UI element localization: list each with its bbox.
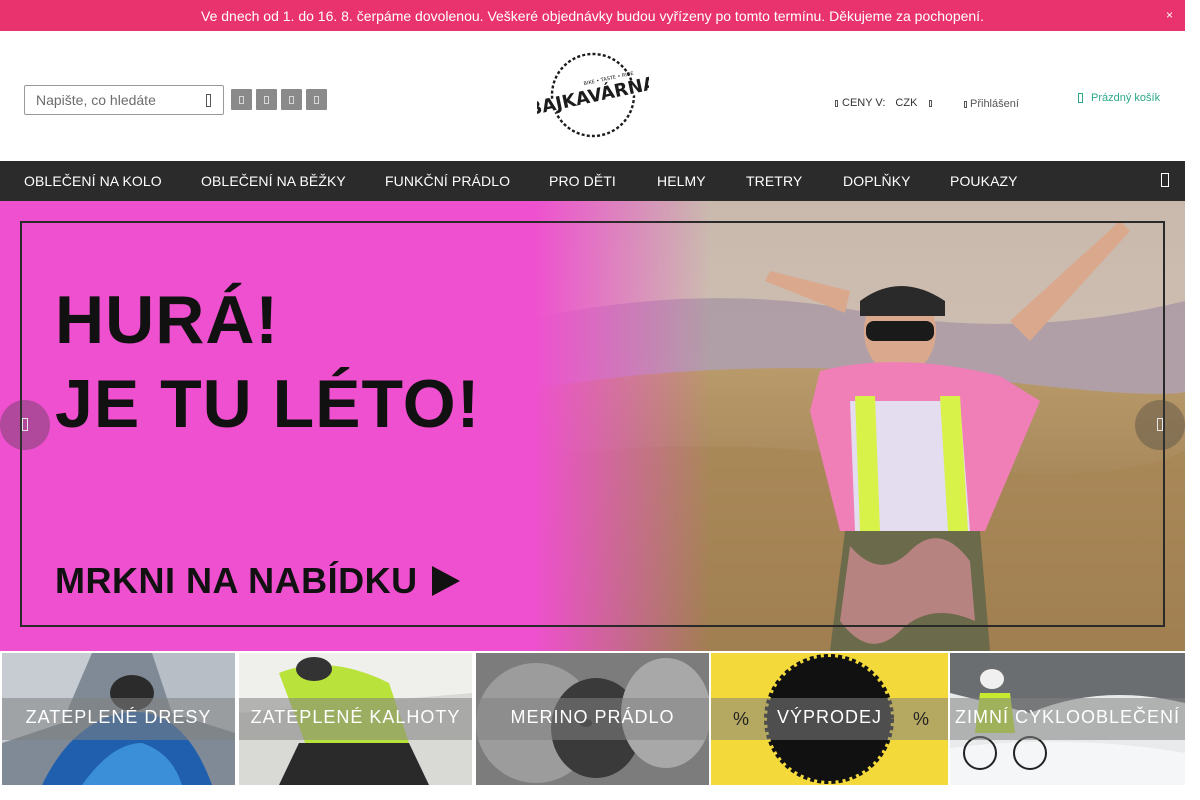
nav-item-funkcni-pradlo[interactable]: FUNKČNÍ PRÁDLO: [385, 173, 510, 189]
category-label: ZIMNÍ CYKLOOBLEČENÍ: [954, 707, 1181, 727]
notice-text: Ve dnech od 1. do 16. 8. čerpáme dovolen…: [201, 7, 984, 24]
category-tile-zateplene-dresy[interactable]: ZATEPLENÉ DRESY: [2, 653, 235, 785]
hero-cta[interactable]: MRKNI NA NABÍDKU: [55, 560, 460, 602]
prices-label: CENY V:: [842, 97, 886, 109]
bajkavarna-logo[interactable]: BAJKAVÁRNA BIKE • TASTE • RIDE: [537, 49, 649, 141]
instagram-icon[interactable]: [256, 89, 277, 110]
facebook-icon[interactable]: [231, 89, 252, 110]
carousel-prev-button[interactable]: [0, 400, 50, 450]
category-tile-zateplene-kalhoty[interactable]: ZATEPLENÉ KALHOTY: [239, 653, 472, 785]
user-icon: [964, 100, 967, 108]
nav-item-doplnky[interactable]: DOPLŇKY: [843, 173, 911, 189]
vacation-notice-bar: Ve dnech od 1. do 16. 8. čerpáme dovolen…: [0, 0, 1185, 31]
hero-title-line-2: JE TU LÉTO!: [55, 365, 481, 442]
hero-cta-label: MRKNI NA NABÍDKU: [55, 560, 418, 601]
search-icon[interactable]: [203, 93, 215, 107]
hero-title-line-1: HURÁ!: [55, 282, 280, 358]
hero-title: HURÁ! JE TU LÉTO!: [55, 279, 480, 446]
hero-banner[interactable]: HURÁ! JE TU LÉTO! MRKNI NA NABÍDKU: [0, 201, 1185, 651]
page: Ve dnech od 1. do 16. 8. čerpáme dovolen…: [0, 0, 1185, 800]
main-navigation: OBLEČENÍ NA KOLO OBLEČENÍ NA BĚŽKY FUNKČ…: [0, 161, 1185, 201]
currency-selector[interactable]: CENY V: CZK: [835, 97, 933, 109]
site-header: BAJKAVÁRNA BIKE • TASTE • RIDE CENY V: C…: [0, 31, 1185, 161]
category-tile-zimni-cykloobleceni[interactable]: ZIMNÍ CYKLOOBLEČENÍ: [950, 653, 1185, 785]
category-label: VÝPRODEJ: [776, 707, 883, 727]
logo-badge: BAJKAVÁRNA BIKE • TASTE • RIDE: [537, 52, 649, 138]
category-tile-merino-pradlo[interactable]: MERINO PRÁDLO: [476, 653, 709, 785]
chevron-down-icon: [929, 99, 933, 107]
category-label: ZATEPLENÉ DRESY: [25, 707, 212, 727]
strava-icon[interactable]: [306, 89, 327, 110]
login-label: Přihlášení: [970, 98, 1019, 110]
carousel-next-button[interactable]: [1135, 400, 1185, 450]
cart-link[interactable]: Prázdný košík: [1078, 92, 1160, 104]
nav-item-obleceni-na-kolo[interactable]: OBLEČENÍ NA KOLO: [24, 173, 162, 189]
nav-item-poukazy[interactable]: POUKAZY: [950, 173, 1018, 189]
nav-item-helmy[interactable]: HELMY: [657, 173, 706, 189]
cart-label: Prázdný košík: [1091, 92, 1161, 104]
currency-value: CZK: [895, 97, 918, 109]
nav-item-tretry[interactable]: TRETRY: [746, 173, 802, 189]
search-input[interactable]: [25, 86, 201, 114]
login-link[interactable]: Přihlášení: [964, 98, 1019, 110]
category-label: MERINO PRÁDLO: [510, 707, 675, 727]
category-tiles: ZATEPLENÉ DRESY ZATEPLENÉ KALHOTY MERINO…: [0, 651, 1185, 800]
play-arrow-icon: [431, 566, 460, 596]
search-box: [24, 85, 224, 115]
nav-item-obleceni-na-bezky[interactable]: OBLEČENÍ NA BĚŽKY: [201, 173, 346, 189]
nav-search-icon[interactable]: [1161, 173, 1169, 187]
youtube-icon[interactable]: [281, 89, 302, 110]
price-tag-icon: [835, 99, 838, 107]
category-tile-vyprodej[interactable]: % % VÝPRODEJ: [711, 653, 948, 785]
nav-item-pro-deti[interactable]: PRO DĚTI: [549, 173, 616, 189]
category-label: ZATEPLENÉ KALHOTY: [250, 707, 461, 727]
cart-icon: [1078, 93, 1083, 103]
close-icon[interactable]: ×: [1166, 8, 1173, 22]
